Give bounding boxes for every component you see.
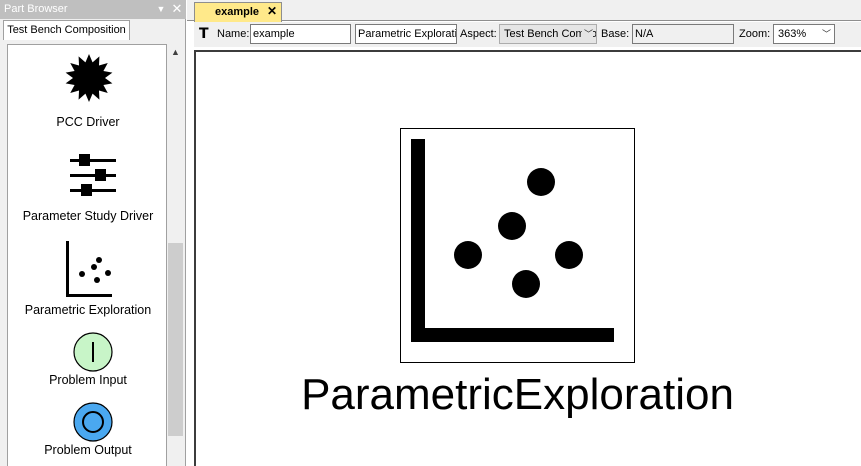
tab-test-bench-composition[interactable]: Test Bench Composition [3,20,130,40]
scatter-plot-icon [411,139,614,342]
problem-output-icon [73,402,113,442]
zoom-label: Zoom: [739,28,771,40]
zoom-select[interactable]: 363% ﹀ [773,24,835,44]
part-browser-title: Part Browser [4,3,68,15]
part-problem-input[interactable]: Problem Input [8,331,166,391]
zoom-value: 363% [778,28,807,40]
part-label: Parameter Study Driver [22,209,154,223]
starburst-icon [65,54,113,102]
document-tabstrip: example ✕ [187,0,861,22]
scrollbar-thumb[interactable] [168,243,183,436]
chevron-down-icon: ﹀ [819,25,831,43]
dropdown-arrow-icon[interactable]: ▼ [154,1,168,17]
base-label: Base: [601,28,630,40]
name-field[interactable]: example [250,24,351,44]
part-label: Problem Output [44,443,132,457]
part-pcc-driver[interactable]: PCC Driver [8,53,166,133]
sliders-icon [70,154,116,196]
tab-example[interactable]: example ✕ [194,2,282,22]
part-parametric-exploration[interactable]: Parametric Exploration [8,239,166,324]
name-label: Name: [217,28,250,40]
kind-field[interactable]: Parametric Exploration [355,24,457,44]
tab-label: example [215,6,260,18]
part-problem-output[interactable]: Problem Output [8,401,166,461]
parts-scrollbar[interactable]: ▲ [167,44,184,466]
parametric-exploration-block[interactable] [400,128,635,363]
aspect-label: Aspect: [460,28,497,40]
part-parameter-study-driver[interactable]: Parameter Study Driver [8,145,166,230]
close-icon[interactable]: ✕ [170,1,184,17]
parts-list: PCC Driver Parameter Study Driver Parame… [7,44,167,466]
part-browser-panel: Part Browser ▼ ✕ Test Bench Composition … [0,0,186,466]
part-label: Problem Input [49,373,127,387]
aspect-select[interactable]: Test Bench Composition ﹀ [499,24,597,44]
part-label: Parametric Exploration [24,303,152,317]
scatter-plot-icon [66,241,112,297]
editor-toolbar: T Name: example Parametric Exploration A… [194,22,861,47]
scroll-up-icon[interactable]: ▲ [167,44,184,61]
problem-input-icon [73,332,113,372]
editor-canvas[interactable]: ParametricExploration [194,50,861,466]
text-tool-icon[interactable]: T [199,26,209,42]
part-browser-titlebar: Part Browser ▼ ✕ [0,0,186,19]
close-icon[interactable]: ✕ [267,4,277,18]
chevron-down-icon: ﹀ [581,25,593,43]
block-caption: ParametricExploration [301,370,734,419]
part-label: PCC Driver [56,115,120,129]
base-field[interactable]: N/A [632,24,734,44]
